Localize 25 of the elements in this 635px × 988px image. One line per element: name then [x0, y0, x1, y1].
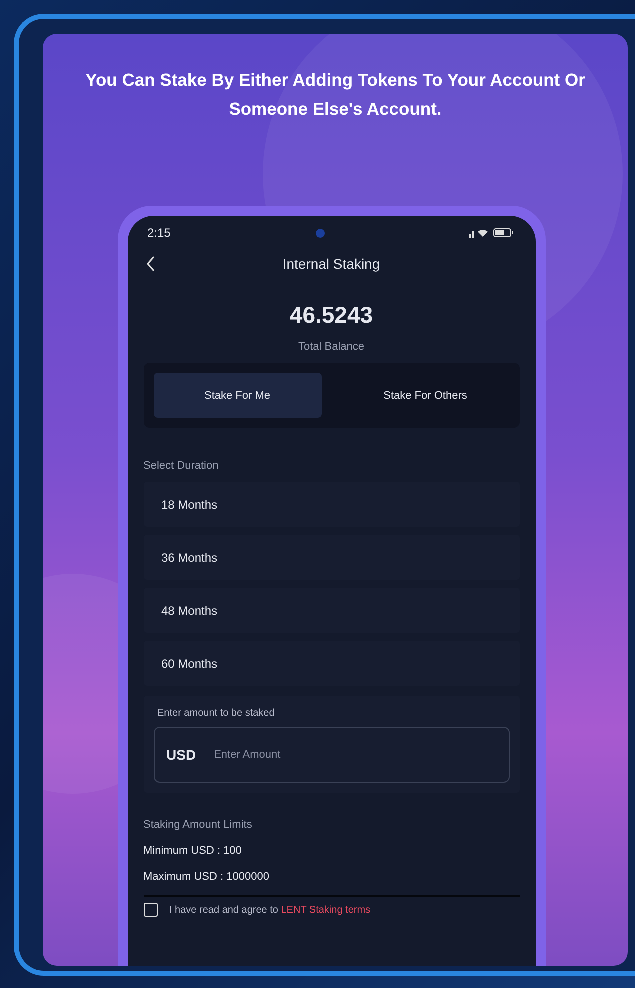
limit-text: Minimum USD : 100 — [144, 845, 243, 857]
limit-text: Maximum USD : 1000000 — [144, 871, 270, 883]
tab[interactable]: Stake For Me — [154, 373, 322, 418]
amount-field[interactable]: USD Enter Amount — [154, 727, 510, 783]
back-icon[interactable] — [146, 256, 156, 272]
balance-amount: 46.5243 — [288, 302, 374, 329]
currency-label: USD — [166, 747, 196, 763]
field-label: Enter amount to be staked — [156, 708, 276, 719]
status-time: 2:15 — [148, 226, 171, 240]
duration-option[interactable]: 36 Months — [144, 535, 520, 580]
screen-title: Internal Staking — [282, 256, 380, 272]
checkbox[interactable] — [144, 903, 158, 917]
status-icons — [469, 228, 516, 238]
limits-title: Staking Amount Limits — [144, 819, 254, 831]
duration-option[interactable]: 60 Months — [144, 641, 520, 686]
amount-input[interactable]: Enter Amount — [212, 748, 496, 762]
camera-icon — [316, 228, 325, 238]
duration-option[interactable]: 48 Months — [144, 588, 520, 633]
duration-option[interactable]: 18 Months — [144, 482, 520, 527]
headline: You Can Stake By Either Adding Tokens To Your Account Or Someone Else's Account. — [84, 69, 586, 121]
terms-link[interactable]: LENT Staking terms — [281, 904, 371, 916]
agreement-text: I have read and agree to LENT Staking terms — [170, 904, 371, 916]
section-label: Select Duration — [144, 460, 220, 472]
balance-label: Total Balance — [297, 341, 366, 353]
tab[interactable]: Stake For Others — [342, 373, 510, 418]
